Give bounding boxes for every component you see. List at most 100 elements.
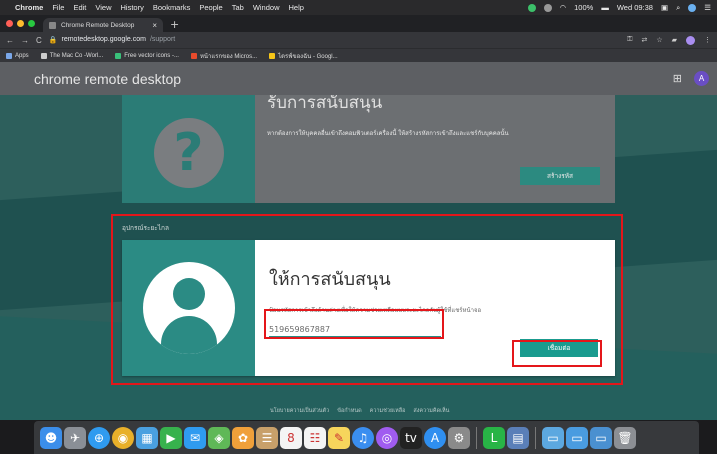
folder-icon[interactable]: ▭: [542, 426, 564, 449]
minimize-window-icon[interactable]: [17, 20, 24, 27]
bookmark-microsoft[interactable]: หน้าแรกของ Micros...: [190, 51, 258, 61]
google-drive-icon: [269, 52, 276, 59]
podcasts-icon[interactable]: ◎: [376, 426, 398, 449]
menubar-app-name[interactable]: Chrome: [15, 3, 43, 12]
office-icon: [190, 52, 197, 59]
google-apps-icon[interactable]: ⊞: [673, 72, 682, 85]
question-mark-icon: ?: [153, 118, 224, 188]
tab-remote-desktop[interactable]: Chrome Remote Desktop ×: [43, 18, 163, 32]
calendar-icon[interactable]: 8: [280, 426, 302, 449]
generate-code-button[interactable]: สร้างรหัส: [520, 167, 600, 185]
menu-help[interactable]: Help: [289, 3, 304, 12]
chrome-menu-icon[interactable]: ⋮: [704, 36, 711, 44]
menu-edit[interactable]: Edit: [73, 3, 86, 12]
bookmark-favicon-icon: [115, 52, 122, 59]
menu-tab[interactable]: Tab: [232, 3, 244, 12]
forward-icon[interactable]: →: [21, 36, 29, 45]
lock-icon: 🔒: [48, 37, 58, 44]
close-window-icon[interactable]: [6, 20, 13, 27]
menu-window[interactable]: Window: [253, 3, 280, 12]
launchpad-icon[interactable]: ✈: [64, 426, 86, 449]
window-controls: [6, 15, 35, 32]
app-store-icon[interactable]: A: [424, 426, 446, 449]
account-avatar[interactable]: A: [694, 71, 709, 86]
footer-link-help[interactable]: ความช่วยเหลือ: [370, 407, 406, 415]
screenshot-icon[interactable]: ▤: [507, 426, 529, 449]
bookmark-drive[interactable]: ไดรฟ์ของฉัน - Googl...: [269, 51, 338, 61]
url-host: remotedesktop.google.com: [61, 36, 146, 43]
bookmark-label: The Mac Co -Worl...: [49, 52, 104, 59]
siri-icon[interactable]: [688, 3, 697, 12]
bookmark-apps[interactable]: Apps: [6, 52, 29, 59]
music-icon[interactable]: ♫: [352, 426, 374, 449]
toolbar: ← → C 🔒 remotedesktop.google.com/support…: [0, 32, 717, 48]
photos-icon[interactable]: ✿: [232, 426, 254, 449]
app-header: chrome remote desktop ⊞ A: [0, 62, 717, 95]
macos-dock: ☻ ✈ ⊕ ◉ ▦ ▶ ✉ ◈ ✿ ☰ 8 ☷ ✎ ♫ ◎ tv A ⚙ L ▤ ▭ ▭ ▭ 🗑: [34, 421, 699, 454]
input-source-icon[interactable]: ▣: [661, 3, 668, 12]
bookmark-free-vector[interactable]: Free vector icons -...: [115, 52, 179, 59]
status-app-icon[interactable]: [527, 3, 536, 12]
chrome-icon[interactable]: ◉: [112, 426, 134, 449]
reload-icon[interactable]: C: [36, 36, 42, 45]
bookmark-favicon-icon: [40, 52, 47, 59]
extension-icon[interactable]: ▰: [672, 36, 677, 44]
footer-link-feedback[interactable]: ส่งความคิดเห็น: [413, 407, 449, 415]
highlight-box-code-input: [264, 309, 444, 339]
system-prefs-icon[interactable]: ⚙: [448, 426, 470, 449]
finder-icon[interactable]: ☻: [40, 426, 62, 449]
app-title: chrome remote desktop: [34, 70, 182, 87]
wifi-icon[interactable]: ◠: [560, 3, 567, 12]
bookmark-label: Free vector icons -...: [124, 52, 179, 59]
battery-percent[interactable]: 100%: [574, 3, 593, 12]
battery-icon[interactable]: ▬: [601, 3, 609, 12]
get-support-card: ? รับการสนับสนุน หากต้องการให้บุคคลอื่นเ…: [122, 95, 615, 203]
key-icon[interactable]: ⚿: [627, 36, 632, 44]
back-icon[interactable]: ←: [6, 36, 14, 45]
dock-separator: [535, 426, 536, 449]
macos-menubar: Chrome File Edit View History Bookmarks …: [0, 0, 717, 15]
menu-view[interactable]: View: [95, 3, 111, 12]
menu-bookmarks[interactable]: Bookmarks: [153, 3, 191, 12]
bookmark-label: ไดรฟ์ของฉัน - Googl...: [278, 53, 338, 60]
apps-grid-icon: [6, 52, 12, 59]
address-bar[interactable]: 🔒 remotedesktop.google.com/support: [49, 36, 620, 44]
footer-link-privacy[interactable]: นโยบายความเป็นส่วนตัว: [270, 407, 329, 415]
menu-file[interactable]: File: [52, 3, 64, 12]
menu-history[interactable]: History: [121, 3, 144, 12]
tab-close-icon[interactable]: ×: [152, 21, 157, 30]
new-tab-button[interactable]: +: [170, 18, 179, 32]
translate-icon[interactable]: ⇄: [641, 36, 647, 44]
tab-favicon-icon: [49, 21, 56, 29]
notes-icon[interactable]: ✎: [328, 426, 350, 449]
tv-icon[interactable]: tv: [400, 426, 422, 449]
maps-icon[interactable]: ◈: [208, 426, 230, 449]
bookmark-label: หน้าแรกของ Micros...: [199, 53, 258, 60]
tab-strip: Chrome Remote Desktop × +: [0, 15, 717, 32]
footer-links: นโยบายความเป็นส่วนตัว ข้อกำหนด ความช่วยเ…: [270, 407, 449, 415]
preview-icon[interactable]: ▦: [136, 426, 158, 449]
menubar-clock[interactable]: Wed 09:38: [617, 3, 653, 12]
get-support-title: รับการสนับสนุน: [267, 95, 383, 113]
downloads-folder-icon[interactable]: ▭: [566, 426, 588, 449]
notification-center-icon[interactable]: ☰: [704, 3, 711, 12]
safari-icon[interactable]: ⊕: [88, 426, 110, 449]
profile-avatar-icon[interactable]: [686, 35, 695, 45]
spotlight-icon[interactable]: ⌕: [676, 3, 680, 13]
footer-link-terms[interactable]: ข้อกำหนด: [337, 407, 361, 415]
bookmark-mac-co[interactable]: The Mac Co -Worl...: [40, 52, 104, 59]
reminders-icon[interactable]: ☷: [304, 426, 326, 449]
trash-icon[interactable]: 🗑: [614, 426, 636, 449]
highlight-box-connect-button: [512, 340, 602, 367]
zoom-window-icon[interactable]: [28, 20, 35, 27]
status-sync-icon[interactable]: [543, 3, 552, 12]
contacts-icon[interactable]: ☰: [256, 426, 278, 449]
desktop-folder-icon[interactable]: ▭: [590, 426, 612, 449]
url-path: /support: [149, 36, 176, 43]
line-icon[interactable]: L: [483, 426, 505, 449]
messages-icon[interactable]: ✉: [184, 426, 206, 449]
bookmarks-bar: Apps The Mac Co -Worl... Free vector ico…: [0, 48, 717, 62]
bookmark-star-icon[interactable]: ☆: [656, 36, 662, 44]
facetime-icon[interactable]: ▶: [160, 426, 182, 449]
menu-people[interactable]: People: [199, 3, 222, 12]
